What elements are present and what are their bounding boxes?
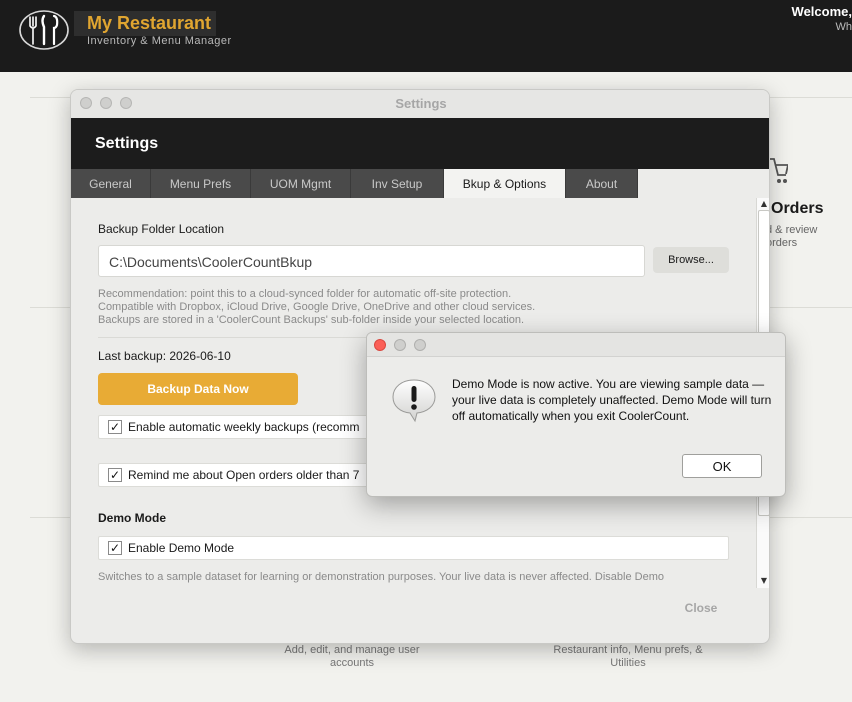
- window-title: Settings: [395, 96, 447, 111]
- remind-open-orders-label: Remind me about Open orders older than 7: [128, 468, 360, 482]
- alert-titlebar[interactable]: [367, 333, 785, 357]
- alert-zoom-button: [414, 339, 426, 351]
- restaurant-logo-icon: [19, 10, 69, 50]
- close-button[interactable]: Close: [671, 601, 731, 619]
- last-backup-text: Last backup: 2026-06-10: [98, 349, 231, 363]
- app-title: My Restaurant: [87, 13, 212, 33]
- recommendation-line: Compatible with Dropbox, iCloud Drive, G…: [98, 301, 536, 313]
- demo-mode-checkbox[interactable]: ✓: [108, 541, 122, 555]
- app-subtitle: Inventory & Menu Manager: [87, 35, 232, 47]
- alert-message: Demo Mode is now active. You are viewing…: [452, 377, 772, 423]
- speech-bubble-exclamation-icon: [392, 379, 436, 423]
- backup-folder-input[interactable]: C:\Documents\CoolerCountBkup: [98, 245, 645, 277]
- settings-header-title: Settings: [95, 135, 159, 152]
- recommendation-line: Recommendation: point this to a cloud-sy…: [98, 288, 512, 300]
- scroll-down-arrow-icon[interactable]: ▼: [757, 575, 769, 587]
- window-titlebar[interactable]: Settings: [71, 90, 769, 118]
- settings-tabs: General Menu Prefs UOM Mgmt Inv Setup Bk…: [71, 169, 769, 198]
- demo-mode-label: Enable Demo Mode: [128, 541, 235, 555]
- auto-backup-label: Enable automatic weekly backups (recomm: [128, 420, 360, 434]
- backup-now-button[interactable]: Backup Data Now: [98, 373, 298, 405]
- welcome-subtext: Wh: [835, 21, 852, 33]
- tab-general[interactable]: General: [71, 169, 151, 198]
- alert-close-button[interactable]: [374, 339, 386, 351]
- shopping-cart-icon: [770, 158, 788, 183]
- app-header: My Restaurant Inventory & Menu Manager W…: [0, 0, 852, 72]
- alert-minimize-button: [394, 339, 406, 351]
- scroll-up-arrow-icon[interactable]: ▲: [757, 198, 769, 210]
- backup-folder-label: Backup Folder Location: [98, 222, 225, 236]
- demo-mode-description: Switches to a sample dataset for learnin…: [98, 571, 665, 583]
- tab-inv-setup[interactable]: Inv Setup: [351, 169, 444, 198]
- welcome-text: Welcome,: [791, 4, 852, 19]
- remind-open-orders-checkbox[interactable]: ✓: [108, 468, 122, 482]
- tab-about[interactable]: About: [566, 169, 638, 198]
- demo-mode-alert: Demo Mode is now active. You are viewing…: [366, 332, 786, 497]
- orders-card-description: d & review orders: [766, 224, 818, 249]
- tab-bkup-options[interactable]: Bkup & Options: [444, 169, 566, 198]
- tab-menu-prefs[interactable]: Menu Prefs: [151, 169, 251, 198]
- recommendation-line: Backups are stored in a 'CoolerCount Bac…: [98, 314, 525, 326]
- settings-header: Settings: [71, 118, 769, 169]
- tab-uom-mgmt[interactable]: UOM Mgmt: [251, 169, 351, 198]
- info-card-description: Restaurant info, Menu prefs, & Utilities: [553, 644, 703, 669]
- users-card-description: Add, edit, and manage user accounts: [284, 644, 420, 669]
- auto-backup-checkbox[interactable]: ✓: [108, 420, 122, 434]
- orders-card-title[interactable]: Orders: [771, 200, 823, 218]
- browse-button[interactable]: Browse...: [653, 247, 729, 273]
- backup-recommendation: Recommendation: point this to a cloud-sy…: [98, 288, 618, 327]
- demo-mode-heading: Demo Mode: [98, 511, 167, 525]
- demo-mode-row[interactable]: ✓ Enable Demo Mode: [98, 536, 729, 560]
- ok-button[interactable]: OK: [682, 454, 762, 478]
